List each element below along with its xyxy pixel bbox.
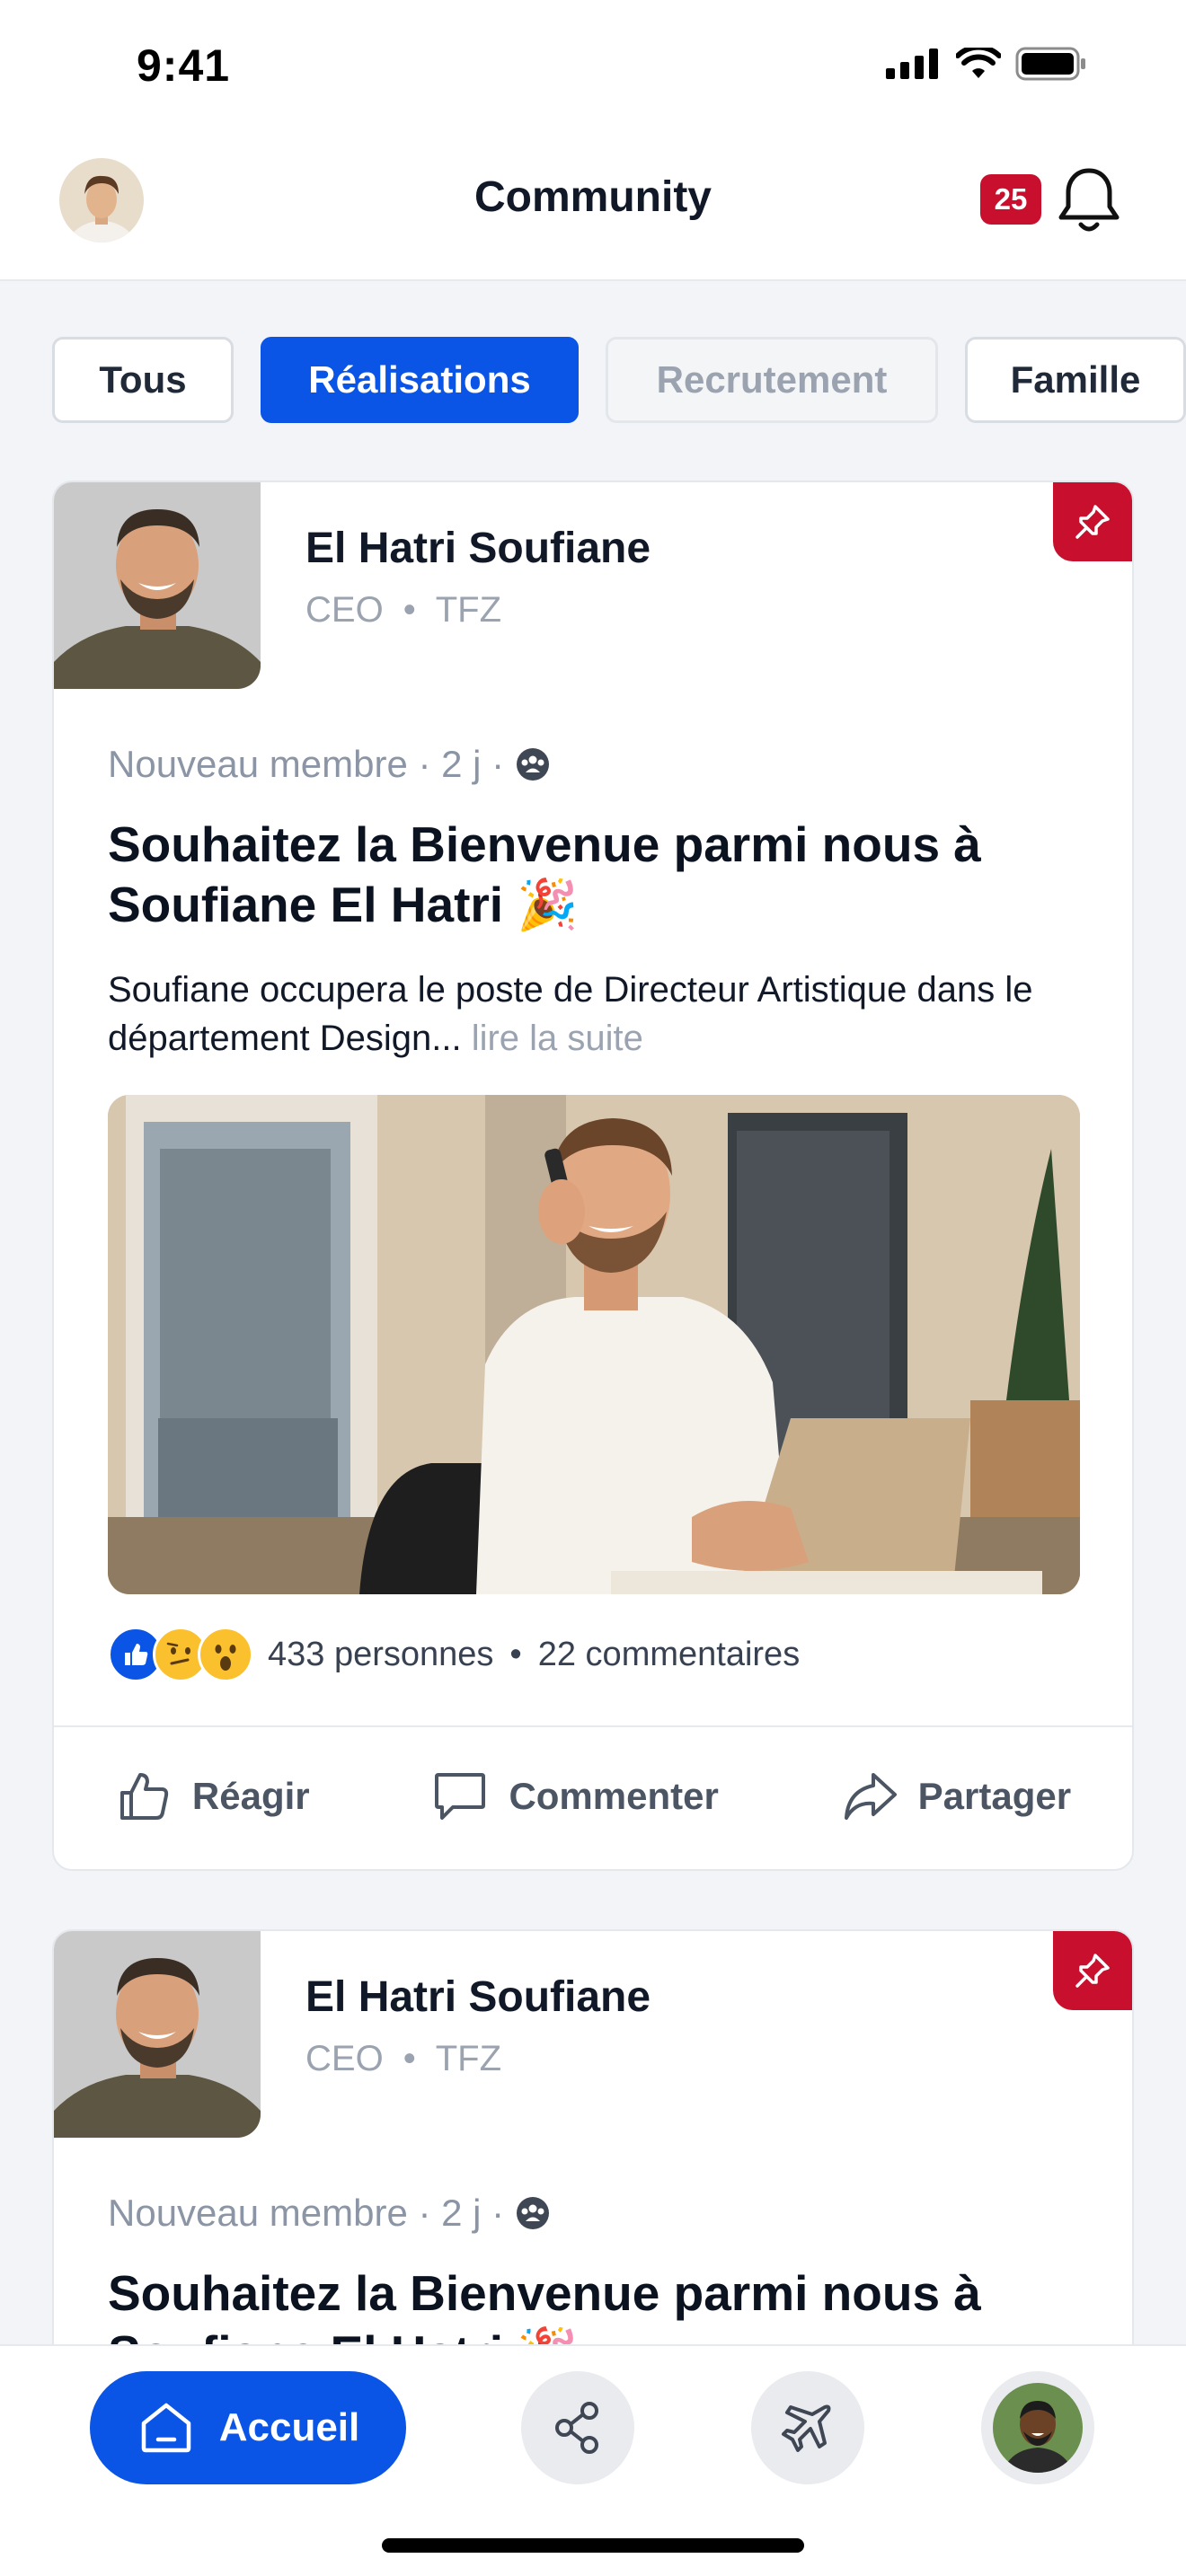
divider bbox=[54, 1725, 1132, 1727]
wow-reaction-icon bbox=[198, 1627, 253, 1682]
profile-avatar bbox=[993, 2383, 1083, 2473]
author-role: CEO • TFZ bbox=[305, 2039, 501, 2079]
chip-famille[interactable]: Famille bbox=[965, 337, 1186, 423]
status-bar: 9:41 bbox=[0, 0, 1186, 135]
nav-home-button[interactable]: Accueil bbox=[90, 2371, 406, 2484]
wifi-icon bbox=[956, 48, 1001, 78]
author-role: CEO • TFZ bbox=[305, 590, 501, 631]
author-photo[interactable] bbox=[54, 1931, 261, 2138]
airplane-icon bbox=[782, 2404, 831, 2452]
post-actions: Réagir Commenter Partager bbox=[54, 1729, 1132, 1864]
share-button-label: Partager bbox=[917, 1775, 1072, 1817]
chip-realisations[interactable]: Réalisations bbox=[261, 337, 579, 423]
notification-count-badge: 25 bbox=[980, 174, 1041, 225]
nav-share-button[interactable] bbox=[521, 2371, 634, 2484]
author-company: TFZ bbox=[435, 590, 502, 630]
separator-dot: • bbox=[403, 2039, 416, 2078]
nav-profile-button[interactable] bbox=[981, 2371, 1094, 2484]
separator-dot: • bbox=[509, 1635, 522, 1673]
chip-tous[interactable]: Tous bbox=[52, 337, 234, 423]
bottom-navigation: Accueil bbox=[0, 2344, 1186, 2576]
app-header: Community 25 bbox=[0, 135, 1186, 281]
post-excerpt: Soufiane occupera le poste de Directeur … bbox=[108, 966, 1096, 1063]
comments-count[interactable]: 22 commentaires bbox=[538, 1636, 800, 1674]
signal-icon bbox=[886, 49, 938, 79]
react-button-label: Réagir bbox=[191, 1775, 310, 1817]
reactions-summary[interactable]: 433 personnes • 22 commentaires bbox=[108, 1623, 800, 1686]
share-arrow-icon bbox=[844, 1773, 897, 1820]
share-button[interactable]: Partager bbox=[841, 1768, 1071, 1825]
home-icon bbox=[141, 2403, 190, 2453]
pin-icon[interactable] bbox=[1053, 1931, 1132, 2010]
group-icon bbox=[517, 2197, 550, 2229]
bell-icon[interactable] bbox=[1056, 165, 1122, 237]
separator-dot: • bbox=[403, 590, 416, 630]
status-time: 9:41 bbox=[137, 40, 231, 91]
comment-button-label: Commenter bbox=[509, 1775, 719, 1817]
post-card: El Hatri Soufiane CEO • TFZ Nouveau memb… bbox=[52, 481, 1134, 1871]
comment-button[interactable]: Commenter bbox=[431, 1768, 719, 1825]
group-icon bbox=[517, 748, 550, 781]
pin-icon[interactable] bbox=[1053, 482, 1132, 561]
status-icons bbox=[886, 47, 1087, 81]
filter-chips: Tous Réalisations Recrutement Famille bbox=[52, 337, 1186, 425]
battery-icon bbox=[1015, 47, 1085, 81]
post-meta-text: Nouveau membre · 2 j · bbox=[108, 2192, 505, 2234]
read-more-link[interactable]: lire la suite bbox=[472, 1019, 643, 1058]
post-meta-text: Nouveau membre · 2 j · bbox=[108, 743, 505, 785]
author-name[interactable]: El Hatri Soufiane bbox=[305, 524, 651, 573]
home-indicator bbox=[382, 2538, 804, 2553]
comment-icon bbox=[435, 1773, 486, 1820]
reactions-count[interactable]: 433 personnes bbox=[268, 1636, 493, 1674]
reaction-stats: 433 personnes • 22 commentaires bbox=[268, 1636, 800, 1674]
chip-recrutement[interactable]: Recrutement bbox=[606, 337, 938, 423]
author-company: TFZ bbox=[435, 2039, 502, 2078]
author-name[interactable]: El Hatri Soufiane bbox=[305, 1972, 651, 2022]
thumbs-up-icon bbox=[119, 1773, 169, 1820]
post-meta: Nouveau membre · 2 j · bbox=[108, 743, 551, 786]
react-button[interactable]: Réagir bbox=[115, 1768, 310, 1825]
author-title: CEO bbox=[305, 2039, 384, 2078]
post-meta: Nouveau membre · 2 j · bbox=[108, 2192, 551, 2235]
author-title: CEO bbox=[305, 590, 384, 630]
nav-home-label: Accueil bbox=[218, 2405, 360, 2449]
share-nodes-icon bbox=[555, 2402, 598, 2454]
author-photo[interactable] bbox=[54, 482, 261, 689]
nav-travel-button[interactable] bbox=[751, 2371, 864, 2484]
post-headline: Souhaitez la Bienvenue parmi nous à Souf… bbox=[108, 816, 981, 932]
post-image[interactable] bbox=[108, 1095, 1080, 1594]
